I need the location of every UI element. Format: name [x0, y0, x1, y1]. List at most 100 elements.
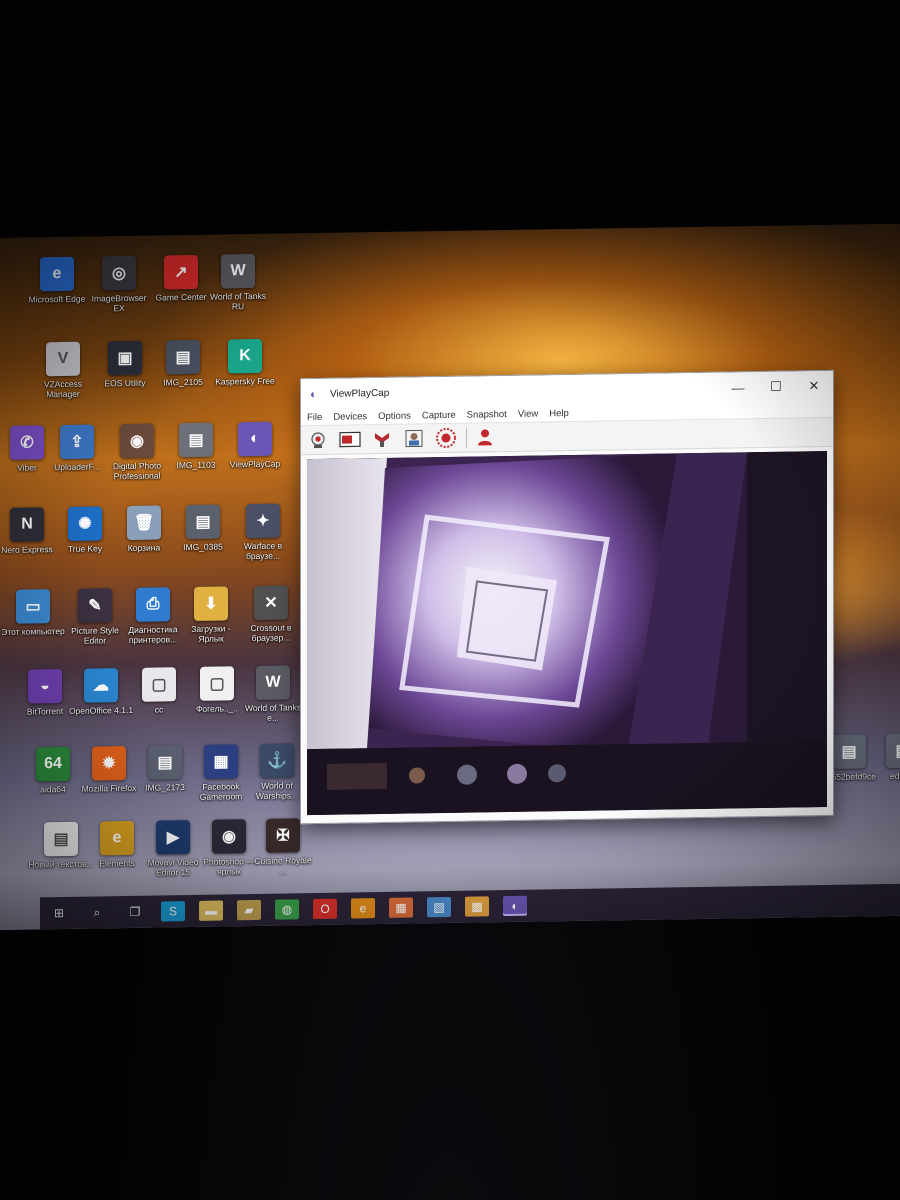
desktop-icon[interactable]: ✎ Picture Style Editor: [62, 588, 128, 646]
desktop-icon-label: Kaspersky Free: [215, 375, 275, 387]
desktop-icon-label: Загрузки - Ярлык: [191, 623, 231, 644]
desktop-icon-glyph: ▤: [886, 733, 900, 769]
desktop-icon[interactable]: ▤ IMG_2105: [150, 339, 216, 388]
desktop-icon-label: IMG_2105: [163, 376, 203, 388]
desktop-icon-glyph: ✕: [254, 585, 288, 621]
desktop-icon-glyph: ▤: [44, 821, 78, 857]
file-explorer-icon[interactable]: ▬: [199, 900, 223, 921]
task-view-icon[interactable]: ❐: [123, 902, 147, 922]
taskbar: ⊞ ⌕ ❐ S ▬ ▰ ◍ Oe ▦ ▧ ▩ ◐: [40, 883, 900, 930]
video-preview: [307, 451, 827, 816]
desktop-icon-glyph: ✎: [78, 588, 112, 623]
desktop-icon[interactable]: ✕ Crossout в браузер...: [238, 585, 304, 643]
chrome-icon[interactable]: ◍: [275, 899, 299, 920]
desktop-icon[interactable]: ☁ OpenOffice 4.1.1: [68, 668, 134, 716]
webcam-feed-image: [307, 451, 827, 816]
desktop-icon[interactable]: ▤ eda0...: [870, 733, 900, 781]
viewplaycap-icon[interactable]: ◐: [503, 895, 527, 917]
desktop-icon[interactable]: 🗑 Корзина: [111, 505, 177, 553]
desktop-icon[interactable]: N Nero Express: [0, 507, 60, 555]
desktop-screen: e Microsoft Edge ◎ ImageBrowser EX ↗ Game Cen…: [0, 223, 900, 930]
desktop-icon[interactable]: ▢ cc: [126, 667, 192, 715]
viewplaycap-app-icon: ◐: [310, 387, 318, 402]
desktop-icon[interactable]: ✦ Warface в браузе...: [230, 503, 296, 561]
desktop-icon-glyph: ▤: [148, 745, 182, 780]
desktop-icon-glyph: W: [221, 253, 255, 289]
menu-snapshot[interactable]: Snapshot: [467, 409, 507, 421]
skype-icon[interactable]: S: [161, 901, 185, 922]
desktop-icon-glyph: ▢: [142, 667, 176, 702]
desktop-icon-label: Этот компьютер: [1, 625, 65, 637]
desktop-icon[interactable]: ⬇ Загрузки - Ярлык: [178, 586, 244, 644]
user-icon[interactable]: [473, 426, 497, 448]
desktop-icon[interactable]: W World of Tanks e...: [240, 665, 306, 723]
desktop-icon-glyph: ◉: [212, 819, 246, 854]
menu-file[interactable]: File: [307, 411, 322, 422]
menu-capture[interactable]: Capture: [422, 409, 456, 421]
desktop-icons: e Microsoft Edge ◎ ImageBrowser EX ↗ Game Cen…: [0, 224, 900, 878]
menu-options[interactable]: Options: [378, 410, 411, 422]
folder-icon[interactable]: ▰: [237, 899, 261, 921]
edge-icon[interactable]: e: [351, 898, 375, 919]
desktop-icon[interactable]: e Microsoft Edge: [24, 256, 90, 305]
video-window-icon[interactable]: [338, 428, 362, 450]
desktop-icon-label: IMG_1103: [176, 459, 216, 471]
desktop-icon[interactable]: V VZAccess Manager: [30, 341, 96, 399]
desktop-icon[interactable]: ◐ ViewPlayCap: [222, 421, 288, 469]
start-icon[interactable]: ⊞: [47, 903, 71, 923]
crossbar-icon[interactable]: [370, 428, 394, 450]
maximize-button[interactable]: ☐: [757, 372, 795, 403]
desktop-icon-label: Crossout в браузер...: [250, 622, 292, 644]
desktop-icon[interactable]: ✺ True Key: [52, 506, 118, 554]
minimize-button[interactable]: —: [719, 372, 757, 403]
desktop-icon[interactable]: ⇪ UploaderF...: [44, 424, 110, 472]
desktop-icon-label: Cuisine Royale ...: [254, 855, 312, 876]
snapshot-portrait-icon[interactable]: [402, 427, 426, 449]
desktop-icon-glyph: ✆: [10, 425, 44, 460]
webcam-icon[interactable]: [306, 429, 330, 451]
desktop-icon-glyph: ◐: [238, 421, 272, 457]
desktop-icon[interactable]: ▤ IMG_1103: [163, 422, 229, 470]
desktop-icon-glyph: ▤: [166, 339, 200, 375]
menu-help[interactable]: Help: [549, 408, 569, 419]
desktop-icon-glyph: ⬇: [194, 586, 228, 621]
desktop-icon-label: eda0...: [890, 770, 900, 782]
desktop-icon-glyph: ✠: [266, 818, 300, 853]
menu-devices[interactable]: Devices: [333, 411, 367, 423]
desktop-icon[interactable]: ▤ IMG_0385: [170, 504, 236, 552]
desktop-icon-glyph: ▦: [204, 744, 238, 779]
close-button[interactable]: ✕: [795, 371, 833, 402]
desktop-icon[interactable]: ⎙ Диагностика принтеров...: [120, 587, 186, 645]
desktop-icon-glyph: e: [40, 256, 74, 292]
desktop-icon-label: Picture Style Editor: [71, 625, 119, 646]
desktop-icon[interactable]: W World of Tanks RU: [205, 253, 271, 312]
desktop-icon-label: World of Tanks e...: [245, 702, 301, 723]
desktop-icon-glyph: ⇪: [60, 424, 94, 460]
photo-icon[interactable]: ▧: [427, 896, 451, 918]
desktop-icon-label: World of Tanks RU: [210, 290, 266, 312]
toolbar-separator: [466, 427, 467, 448]
desktop-icon[interactable]: ◉ Digital Photo Professional: [104, 423, 170, 481]
search-icon[interactable]: ⌕: [85, 902, 109, 922]
menu-view[interactable]: View: [518, 408, 538, 419]
desktop-icon[interactable]: K Kaspersky Free: [212, 338, 278, 387]
desktop-icon-label: Диагностика принтеров...: [128, 624, 178, 645]
desktop-icon[interactable]: ◎ ImageBrowser EX: [86, 255, 152, 314]
opera-icon[interactable]: O: [313, 898, 337, 920]
app-icon[interactable]: ▩: [465, 896, 489, 917]
store-icon[interactable]: ▦: [389, 897, 413, 918]
desktop-icon-glyph: ▶: [156, 820, 190, 855]
desktop-icon-glyph: ⚓: [260, 743, 294, 778]
desktop-icon-glyph: ↗: [164, 254, 198, 290]
desktop-icon-label: Корзина: [127, 542, 161, 553]
desktop-icon[interactable]: ▣ EOS Utility: [92, 340, 158, 389]
desktop-icon[interactable]: ▭ Этот компьютер: [0, 589, 66, 637]
desktop-icon-glyph: e: [100, 820, 134, 856]
desktop-icon-label: ViewPlayCap: [229, 458, 281, 470]
desktop-icon-glyph: ✹: [92, 746, 126, 781]
desktop-icon[interactable]: ✠ Cuisine Royale ...: [250, 818, 316, 876]
desktop-icon-glyph: ▣: [108, 340, 142, 376]
desktop-icon-glyph: 64: [36, 746, 70, 782]
viewplaycap-window[interactable]: ◐ ViewPlayCap — ☐ ✕ File Devices Options…: [300, 369, 834, 825]
record-icon[interactable]: [434, 427, 458, 449]
